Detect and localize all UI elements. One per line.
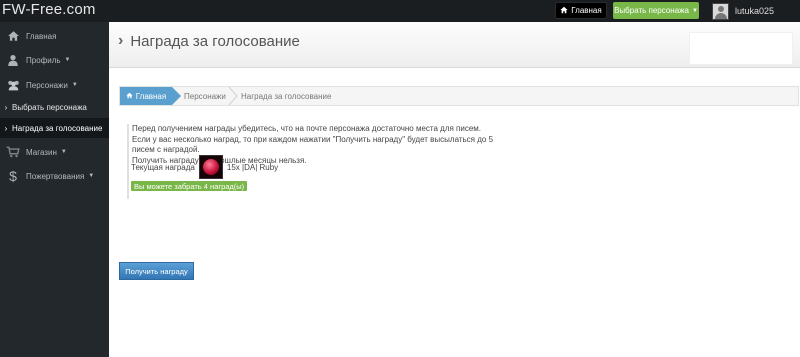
page-title: › Награда за голосование	[118, 32, 300, 50]
username: lutuka025	[735, 6, 775, 16]
breadcrumb: Главная Персонажи Награда за голосование	[119, 86, 799, 106]
cart-icon	[0, 146, 26, 158]
home-button-label: Главная	[571, 6, 602, 15]
home-button[interactable]: Главная	[555, 2, 607, 19]
header-placeholder-box	[689, 32, 793, 65]
reward-item-name: 15x |DA| Ruby	[226, 162, 279, 172]
breadcrumb-current: Награда за голосование	[241, 87, 331, 105]
users-icon	[0, 79, 26, 91]
sidebar-item-label: Магазин	[26, 147, 57, 157]
breadcrumb-characters[interactable]: Персонажи	[184, 87, 226, 105]
notice-line: Перед получением награды убедитесь, что …	[132, 124, 482, 133]
sidebar-item-characters[interactable]: Персонажи ▼	[0, 74, 109, 96]
choose-character-button[interactable]: Выбрать персонажа ▼	[613, 2, 699, 19]
chevron-right-icon: ›	[4, 123, 8, 133]
chevron-right-icon: ›	[4, 102, 8, 112]
sidebar-item-label: Награда за голосование	[12, 123, 103, 133]
home-icon	[126, 92, 133, 101]
rewards-available-badge: Вы можете забрать 4 наград(ы)	[131, 181, 248, 191]
caret-down-icon: ▼	[60, 149, 67, 155]
sidebar-item-home[interactable]: Главная	[0, 25, 109, 47]
sidebar-item-label: Пожертвования	[26, 171, 85, 181]
caret-down-icon: ▼	[691, 7, 698, 14]
sidebar-item-donations[interactable]: $ Пожертвования ▼	[0, 165, 109, 187]
user-icon	[0, 54, 26, 66]
sidebar-item-shop[interactable]: Магазин ▼	[0, 141, 109, 163]
current-reward-label: Текущая награда	[131, 162, 195, 172]
sidebar-item-vote-reward[interactable]: › Награда за голосование	[0, 118, 109, 138]
choose-character-label: Выбрать персонажа	[614, 6, 689, 15]
top-navbar: FW-Free.com Главная Выбрать персонажа ▼ …	[0, 0, 800, 22]
claim-reward-button[interactable]: Получить награду	[119, 262, 194, 280]
breadcrumb-separator	[228, 87, 238, 105]
ruby-icon	[198, 155, 223, 179]
sidebar-item-label: Персонажи	[26, 80, 68, 90]
sidebar-item-label: Выбрать персонажа	[12, 102, 87, 112]
caret-down-icon: ▼	[88, 173, 95, 179]
breadcrumb-label: Персонажи	[184, 91, 226, 101]
sidebar: Главная Профиль ▼ Персонажи ▼ › Выбрать …	[0, 22, 109, 357]
caret-down-icon: ▼	[71, 82, 78, 88]
chevron-right-icon: ›	[118, 32, 124, 49]
avatar	[712, 2, 729, 20]
sidebar-item-choose-character[interactable]: › Выбрать персонажа	[0, 97, 109, 117]
current-reward-row: Текущая награда 15x |DA| Ruby	[131, 155, 278, 179]
home-icon	[560, 6, 568, 16]
sidebar-item-profile[interactable]: Профиль ▼	[0, 49, 109, 71]
user-menu[interactable]: lutuka025	[712, 0, 774, 22]
site-logo[interactable]: FW-Free.com	[2, 1, 96, 18]
breadcrumb-home[interactable]: Главная	[120, 87, 181, 105]
sidebar-item-label: Главная	[26, 31, 57, 41]
breadcrumb-label: Главная	[135, 91, 167, 101]
breadcrumb-label: Награда за голосование	[241, 91, 332, 101]
caret-down-icon: ▼	[64, 57, 71, 63]
sidebar-item-label: Профиль	[26, 55, 61, 65]
page-header: › Награда за голосование	[109, 22, 800, 68]
page-title-text: Награда за голосование	[130, 32, 300, 50]
dollar-icon: $	[9, 168, 17, 184]
home-icon	[0, 30, 26, 42]
notice-line: Если у вас несколько наград, то при кажд…	[132, 134, 494, 155]
